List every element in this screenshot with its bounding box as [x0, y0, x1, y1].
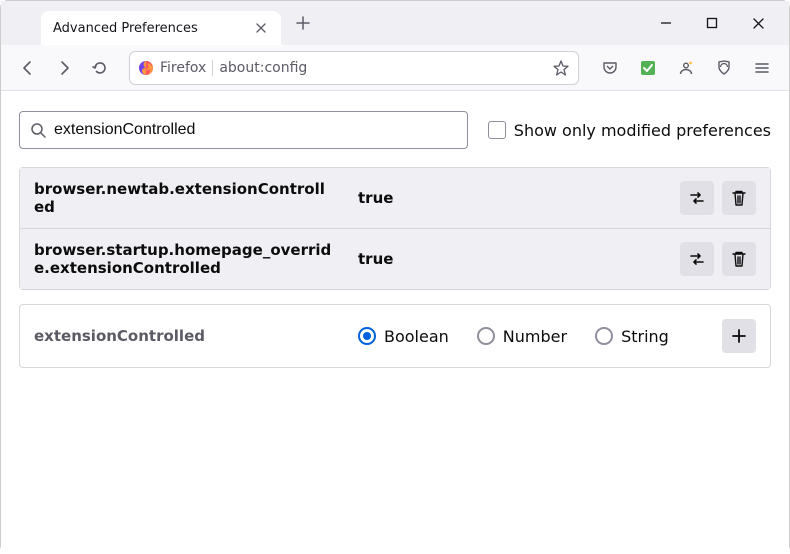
- search-box[interactable]: [19, 111, 468, 149]
- delete-button[interactable]: [722, 242, 756, 276]
- radio-icon: [477, 327, 495, 345]
- search-icon: [30, 122, 46, 138]
- new-pref-row: extensionControlled Boolean Number Strin…: [19, 304, 771, 368]
- identity-label: Firefox: [160, 60, 206, 76]
- checkbox-icon: [488, 121, 506, 139]
- tab-title: Advanced Preferences: [53, 21, 253, 36]
- new-pref-name: extensionControlled: [34, 327, 334, 345]
- search-input[interactable]: [54, 121, 457, 139]
- forward-button[interactable]: [47, 51, 81, 85]
- show-modified-checkbox[interactable]: Show only modified preferences: [488, 121, 771, 140]
- url-bar[interactable]: Firefox about:config: [129, 51, 579, 85]
- pref-value: true: [358, 250, 656, 268]
- radio-icon: [595, 327, 613, 345]
- radio-label: Boolean: [384, 327, 449, 346]
- pref-name: browser.newtab.extensionControlled: [34, 180, 334, 216]
- titlebar: Advanced Preferences: [1, 1, 789, 45]
- radio-number[interactable]: Number: [477, 327, 567, 346]
- toggle-button[interactable]: [680, 242, 714, 276]
- identity-box[interactable]: Firefox: [138, 60, 213, 76]
- account-icon[interactable]: [669, 51, 703, 85]
- prefs-table: browser.newtab.extensionControlled true …: [19, 167, 771, 290]
- radio-string[interactable]: String: [595, 327, 669, 346]
- radio-label: String: [621, 327, 669, 346]
- bookmark-star-icon[interactable]: [552, 59, 570, 77]
- close-window-button[interactable]: [735, 7, 781, 39]
- pref-name: browser.startup.homepage_override.extens…: [34, 241, 334, 277]
- navigation-toolbar: Firefox about:config: [1, 45, 789, 91]
- pref-row[interactable]: browser.startup.homepage_override.extens…: [20, 229, 770, 289]
- search-row: Show only modified preferences: [19, 111, 771, 149]
- about-config-content: Show only modified preferences browser.n…: [1, 91, 789, 554]
- delete-button[interactable]: [722, 181, 756, 215]
- radio-icon: [358, 327, 376, 345]
- pref-value: true: [358, 189, 656, 207]
- shield-icon[interactable]: [707, 51, 741, 85]
- new-tab-button[interactable]: [289, 9, 317, 37]
- checkbox-label: Show only modified preferences: [514, 121, 771, 140]
- add-button[interactable]: [722, 319, 756, 353]
- pocket-icon[interactable]: [593, 51, 627, 85]
- toggle-button[interactable]: [680, 181, 714, 215]
- pref-row[interactable]: browser.newtab.extensionControlled true: [20, 168, 770, 229]
- type-radio-group: Boolean Number String: [358, 327, 698, 346]
- back-button[interactable]: [11, 51, 45, 85]
- minimize-button[interactable]: [643, 7, 689, 39]
- radio-label: Number: [503, 327, 567, 346]
- radio-boolean[interactable]: Boolean: [358, 327, 449, 346]
- maximize-button[interactable]: [689, 7, 735, 39]
- extension-icon[interactable]: [631, 51, 665, 85]
- firefox-logo-icon: [138, 60, 154, 76]
- menu-icon[interactable]: [745, 51, 779, 85]
- url-text: about:config: [219, 60, 546, 76]
- reload-button[interactable]: [83, 51, 117, 85]
- browser-tab[interactable]: Advanced Preferences: [41, 11, 281, 45]
- close-tab-icon[interactable]: [253, 20, 269, 36]
